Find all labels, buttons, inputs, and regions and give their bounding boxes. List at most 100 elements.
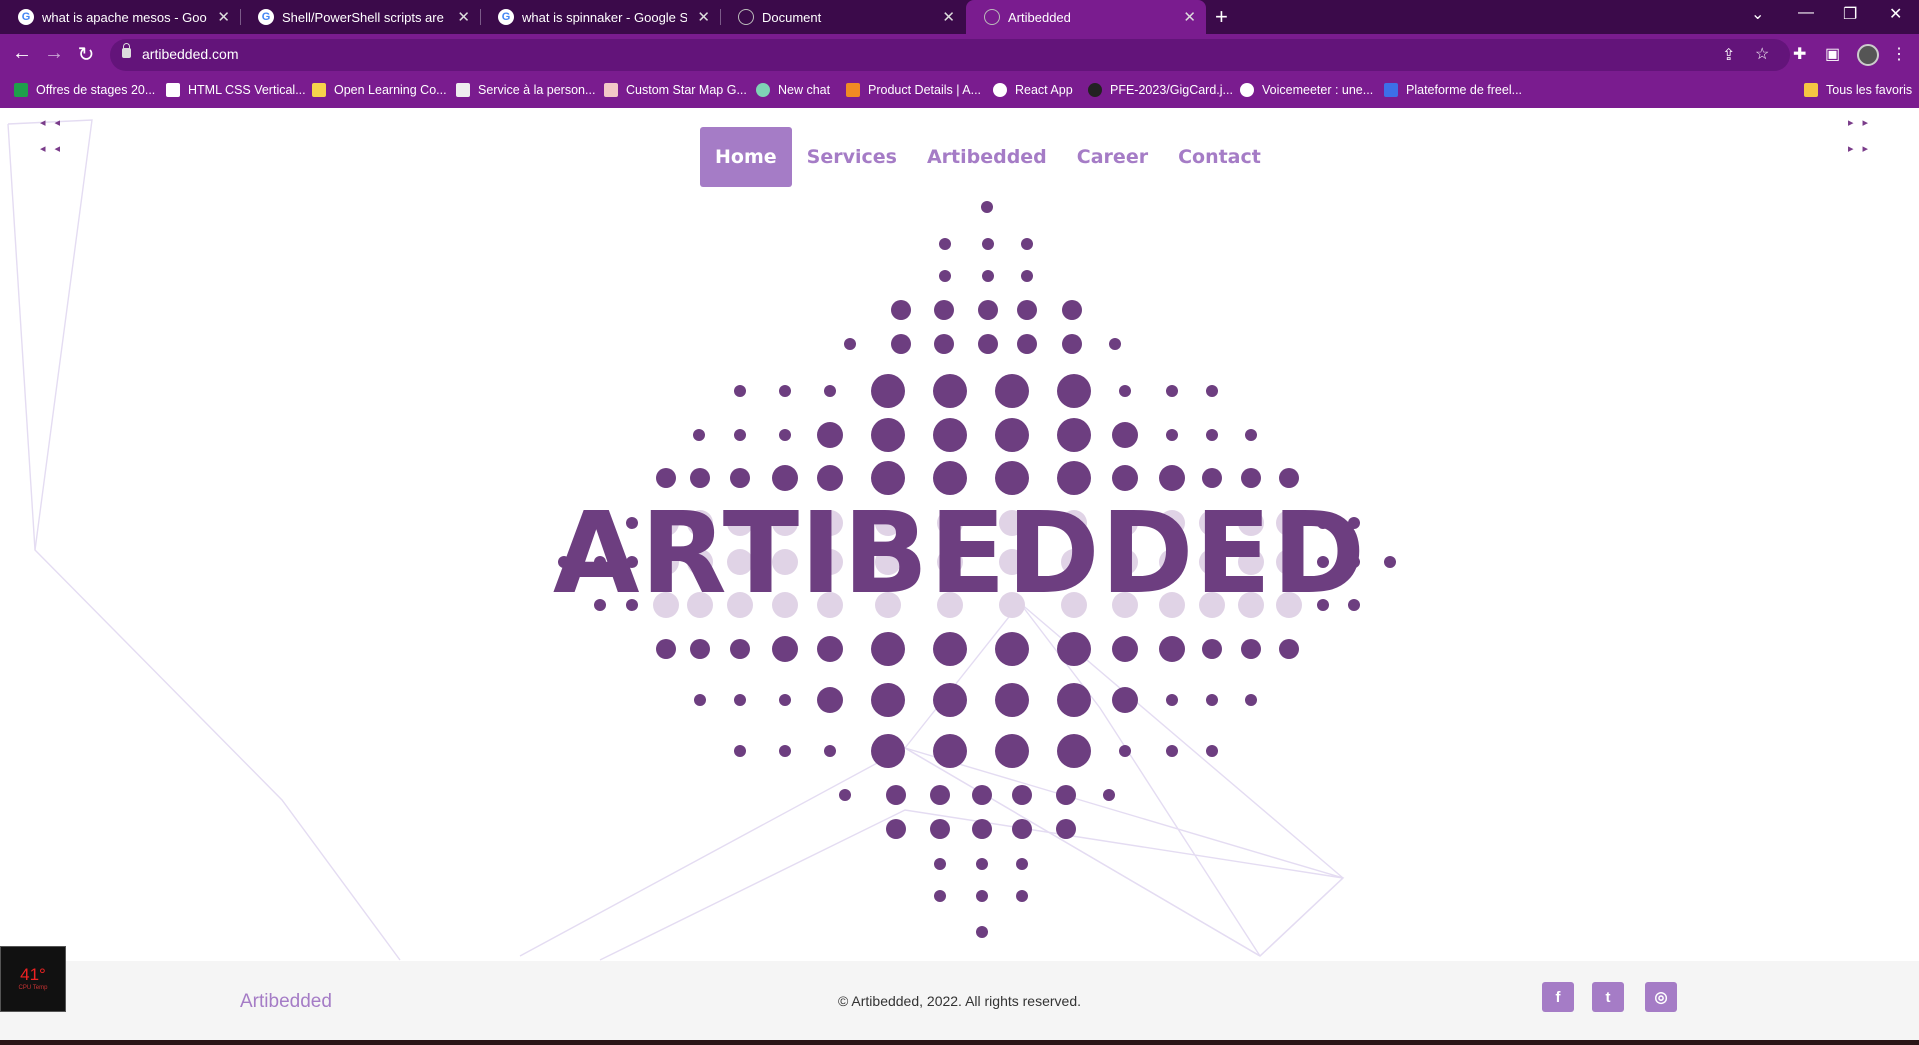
pattern-dot	[1017, 300, 1037, 320]
menu-icon[interactable]: ⋮	[1891, 44, 1907, 64]
pattern-dot	[730, 639, 750, 659]
pattern-dot	[817, 636, 843, 662]
bookmark-item[interactable]: Custom Star Map G...	[604, 83, 747, 97]
google-icon: G	[258, 9, 274, 25]
profile-avatar[interactable]	[1857, 44, 1879, 66]
pattern-dot	[1057, 632, 1091, 666]
twitter-icon[interactable]: t	[1592, 982, 1624, 1012]
address-bar[interactable]: artibedded.com ⇪ ☆	[110, 39, 1790, 71]
close-icon[interactable]: ✕	[942, 8, 955, 26]
pattern-dot	[817, 687, 843, 713]
pattern-dot	[930, 819, 950, 839]
chatgpt-icon	[756, 83, 770, 97]
nav-services[interactable]: Services	[792, 127, 912, 187]
pattern-dot	[1119, 745, 1131, 757]
bookmarks-folder[interactable]: Tous les favoris	[1804, 83, 1912, 97]
pattern-dot	[1159, 465, 1185, 491]
url-text[interactable]: artibedded.com	[142, 46, 239, 62]
tab-3[interactable]: G what is spinnaker - Google Sear ✕	[480, 0, 720, 34]
folder-icon	[1804, 83, 1818, 97]
pattern-dot	[1119, 385, 1131, 397]
close-icon[interactable]: ✕	[697, 8, 710, 26]
github-icon	[1088, 83, 1102, 97]
window-close-icon[interactable]: ✕	[1889, 4, 1902, 24]
codepen-icon	[166, 83, 180, 97]
pattern-dot	[1202, 468, 1222, 488]
pattern-dot	[1016, 858, 1028, 870]
pattern-dot	[976, 926, 988, 938]
side-panel-icon[interactable]: ▣	[1825, 44, 1840, 64]
pattern-dot	[1279, 468, 1299, 488]
back-icon[interactable]: ←	[10, 42, 34, 65]
bookmark-item[interactable]: New chat	[756, 83, 830, 97]
web-page: ◂◂ ◂◂ ▸▸ ▸▸ Home Services Artibedded Caree…	[0, 108, 1919, 1045]
close-icon[interactable]: ✕	[457, 8, 470, 26]
tab-title: Shell/PowerShell scripts are exar	[282, 9, 447, 25]
pattern-dot	[656, 468, 676, 488]
nav-contact[interactable]: Contact	[1163, 127, 1276, 187]
bookmarks-bar: Offres de stages 20... HTML CSS Vertical…	[0, 76, 1919, 108]
openlearning-icon	[312, 83, 326, 97]
bookmark-item[interactable]: Product Details | A...	[846, 83, 981, 97]
tab-2[interactable]: G Shell/PowerShell scripts are exar ✕	[240, 0, 480, 34]
minimize-icon[interactable]: —	[1798, 4, 1814, 22]
pattern-dot	[1017, 334, 1037, 354]
restore-icon[interactable]: ❐	[1843, 4, 1857, 24]
pattern-dot	[933, 374, 967, 408]
pattern-dot	[817, 465, 843, 491]
bookmark-item[interactable]: HTML CSS Vertical...	[166, 83, 306, 97]
close-icon[interactable]: ✕	[217, 8, 230, 26]
pattern-dot	[1012, 819, 1032, 839]
pattern-dot	[1112, 422, 1138, 448]
pattern-dot	[1166, 385, 1178, 397]
forward-icon[interactable]: →	[42, 42, 66, 65]
pattern-dot	[1206, 385, 1218, 397]
instagram-icon[interactable]: ◎	[1645, 982, 1677, 1012]
tab-4[interactable]: Document ✕	[720, 0, 965, 34]
pattern-dot	[1279, 639, 1299, 659]
pattern-dot	[734, 745, 746, 757]
hero-title: ARTIBEDDED	[552, 489, 1367, 619]
tab-title: Document	[762, 9, 822, 25]
bookmark-item[interactable]: React App	[993, 83, 1073, 97]
pattern-dot	[934, 890, 946, 902]
pattern-dot	[1202, 639, 1222, 659]
bookmark-star-icon[interactable]: ☆	[1755, 44, 1769, 64]
pattern-dot	[972, 785, 992, 805]
pattern-dot	[995, 418, 1029, 452]
facebook-icon[interactable]: f	[1542, 982, 1574, 1012]
pattern-dot	[1112, 465, 1138, 491]
pattern-dot	[1016, 890, 1028, 902]
pattern-dot	[817, 422, 843, 448]
tab-search-icon[interactable]: ⌄	[1751, 4, 1764, 24]
pattern-dot	[734, 385, 746, 397]
taskbar-edge	[0, 1040, 1919, 1045]
extensions-icon[interactable]: ✚	[1793, 44, 1806, 64]
pattern-dot	[976, 858, 988, 870]
bookmark-item[interactable]: Open Learning Co...	[312, 83, 447, 97]
pattern-dot	[939, 270, 951, 282]
nav-artibedded[interactable]: Artibedded	[912, 127, 1062, 187]
tab-title: what is spinnaker - Google Sear	[522, 9, 687, 25]
tab-1[interactable]: G what is apache mesos - Google ✕	[0, 0, 240, 34]
pattern-dot	[930, 785, 950, 805]
tab-5-active[interactable]: Artibedded ✕	[966, 0, 1206, 34]
nav-career[interactable]: Career	[1062, 127, 1163, 187]
bookmark-item[interactable]: PFE-2023/GigCard.j...	[1088, 83, 1233, 97]
reload-icon[interactable]: ↻	[74, 42, 98, 67]
new-tab-button[interactable]: +	[1215, 4, 1228, 30]
globe-icon	[738, 9, 754, 25]
bookmark-item[interactable]: Voicemeeter : une...	[1240, 83, 1373, 97]
pattern-dot	[772, 465, 798, 491]
pattern-dot	[1159, 636, 1185, 662]
share-icon[interactable]: ⇪	[1722, 45, 1735, 65]
google-icon: G	[18, 9, 34, 25]
pattern-dot	[656, 639, 676, 659]
close-icon[interactable]: ✕	[1183, 8, 1196, 26]
pattern-dot	[1166, 429, 1178, 441]
bookmark-item[interactable]: Plateforme de freel...	[1384, 83, 1522, 97]
pattern-dot	[995, 734, 1029, 768]
nav-home[interactable]: Home	[700, 127, 792, 187]
bookmark-item[interactable]: Offres de stages 20...	[14, 83, 155, 97]
bookmark-item[interactable]: Service à la person...	[456, 83, 595, 97]
